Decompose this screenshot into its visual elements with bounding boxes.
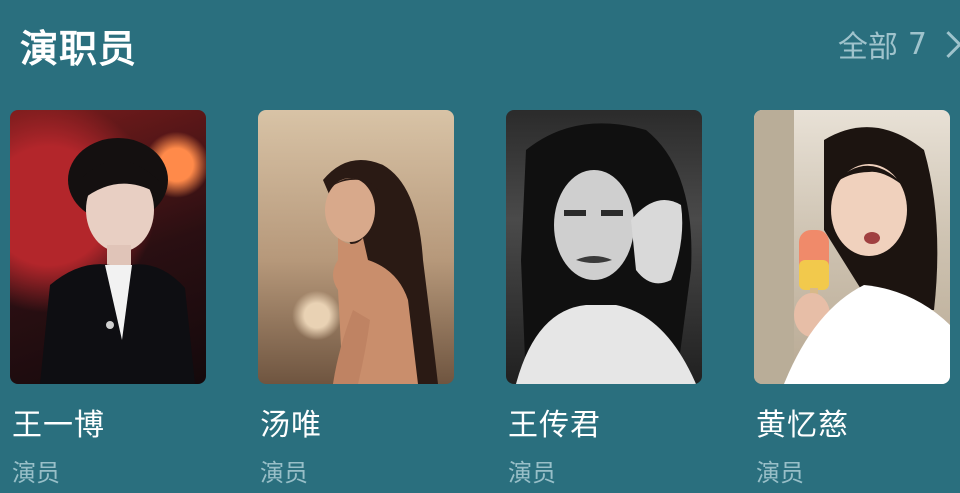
- cast-card[interactable]: 王一博 演员: [10, 110, 206, 493]
- cast-list: 王一博 演员 汤唯 演员 王传君 演员 黄忆慈 演员: [0, 110, 960, 493]
- cast-name: 汤唯: [260, 408, 322, 443]
- section-title: 演职员: [20, 27, 138, 71]
- view-all-label: 全部: [837, 30, 898, 65]
- cast-section-header: 演职员 全部 7: [0, 0, 960, 90]
- cast-card[interactable]: 王传君 演员: [506, 110, 702, 493]
- cast-name: 王传君: [508, 408, 601, 443]
- cast-role: 演员: [508, 459, 556, 487]
- cast-photo[interactable]: [506, 110, 702, 384]
- cast-card[interactable]: 黄忆慈 演员: [754, 110, 950, 493]
- cast-photo[interactable]: [258, 110, 454, 384]
- cast-name: 黄忆慈: [756, 408, 849, 443]
- view-all-count: 7: [907, 26, 927, 62]
- cast-photo[interactable]: [754, 110, 950, 384]
- cast-card[interactable]: 汤唯 演员: [258, 110, 454, 493]
- cast-role: 演员: [260, 459, 308, 487]
- chevron-right-icon: [935, 30, 960, 58]
- view-all-link[interactable]: 全部 7: [837, 24, 960, 65]
- cast-role: 演员: [756, 459, 804, 487]
- cast-name: 王一博: [12, 408, 105, 443]
- cast-photo[interactable]: [10, 110, 206, 384]
- cast-role: 演员: [12, 459, 60, 487]
